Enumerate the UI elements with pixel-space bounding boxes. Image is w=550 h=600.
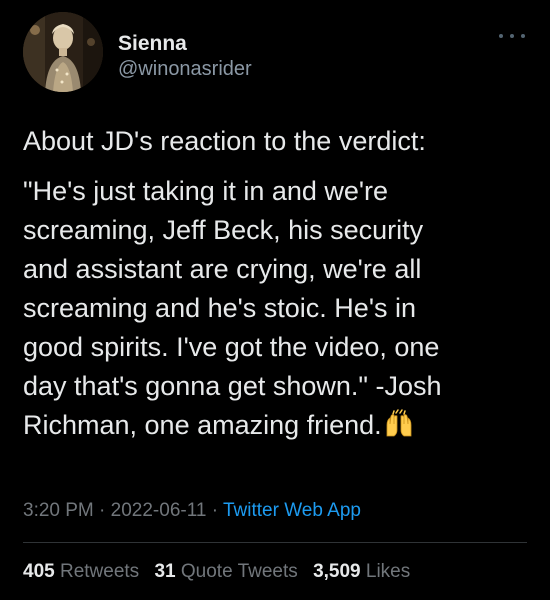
meta-separator: · bbox=[93, 500, 111, 521]
meta-separator: · bbox=[206, 500, 223, 521]
likes-stat[interactable]: 3,509 Likes bbox=[313, 561, 410, 582]
tweet-date[interactable]: 2022-06-11 bbox=[111, 500, 207, 521]
display-name[interactable]: Sienna bbox=[118, 32, 252, 56]
quote-line: "He's just taking it in and we're bbox=[23, 176, 389, 206]
retweets-label: Retweets bbox=[59, 561, 140, 582]
avatar[interactable] bbox=[23, 12, 103, 92]
tweet-intro: About JD's reaction to the verdict: bbox=[23, 126, 426, 156]
tweet-stats: 405 Retweets 31 Quote Tweets 3,509 Likes bbox=[23, 560, 420, 584]
quote-line-last: Richman, one amazing friend. bbox=[23, 406, 533, 449]
quote-line: Richman, one amazing friend. bbox=[23, 410, 382, 440]
quote-tweets-count: 31 bbox=[154, 561, 176, 582]
user-handle[interactable]: @winonasrider bbox=[118, 57, 252, 81]
tweet-detail: Sienna @winonasrider About JD's reaction… bbox=[0, 0, 550, 600]
likes-count: 3,509 bbox=[313, 561, 361, 582]
tweet-time[interactable]: 3:20 PM bbox=[23, 500, 94, 521]
divider bbox=[23, 542, 527, 543]
quote-line: day that's gonna get shown." -Josh bbox=[23, 371, 442, 401]
retweets-count: 405 bbox=[23, 561, 55, 582]
raising-hands-emoji-icon bbox=[384, 408, 414, 449]
avatar-photo bbox=[23, 12, 103, 92]
dot bbox=[499, 34, 503, 38]
quote-line: screaming, Jeff Beck, his security bbox=[23, 215, 424, 245]
likes-label: Likes bbox=[365, 561, 411, 582]
dot bbox=[521, 34, 525, 38]
quote-line: good spirits. I've got the video, one bbox=[23, 332, 440, 362]
retweets-stat[interactable]: 405 Retweets bbox=[23, 561, 139, 582]
quote-line: and assistant are crying, we're all bbox=[23, 254, 422, 284]
quote-tweets-stat[interactable]: 31 Quote Tweets bbox=[154, 561, 297, 582]
tweet-source-link[interactable]: Twitter Web App bbox=[223, 500, 361, 521]
more-horizontal-icon[interactable] bbox=[499, 30, 525, 42]
quote-line: screaming and he's stoic. He's in bbox=[23, 293, 416, 323]
tweet-meta: 3:20 PM · 2022-06-11 · Twitter Web App bbox=[23, 499, 361, 523]
user-names: Sienna @winonasrider bbox=[118, 32, 252, 81]
tweet-header: Sienna @winonasrider bbox=[23, 12, 527, 92]
tweet-text: About JD's reaction to the verdict: "He'… bbox=[23, 122, 533, 449]
dot bbox=[510, 34, 514, 38]
tweet-quote: "He's just taking it in and we're scream… bbox=[23, 172, 533, 449]
quote-tweets-label: Quote Tweets bbox=[180, 561, 298, 582]
